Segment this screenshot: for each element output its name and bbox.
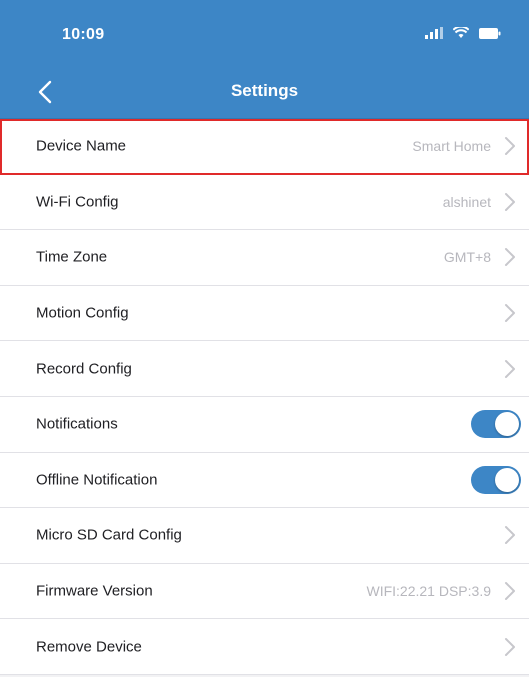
toggle-knob xyxy=(495,412,519,437)
row-value: Smart Home xyxy=(412,138,491,155)
settings-row-device-name[interactable]: Device Name Smart Home xyxy=(0,119,529,175)
toggle-knob xyxy=(495,467,519,492)
row-label: Remove Device xyxy=(36,638,142,656)
row-value: WIFI:22.21 DSP:3.9 xyxy=(366,583,492,600)
row-label: Record Config xyxy=(36,360,132,378)
settings-row-wi-fi-config[interactable]: Wi-Fi Config alshinet xyxy=(0,174,529,231)
settings-row-remove-device[interactable]: Remove Device xyxy=(0,619,529,675)
wifi-icon xyxy=(453,27,469,39)
settings-row-record-config[interactable]: Record Config xyxy=(0,341,529,397)
status-icons xyxy=(425,27,501,39)
status-bar: 10:09 xyxy=(0,0,529,66)
settings-row-micro-sd-card-config[interactable]: Micro SD Card Config xyxy=(0,508,529,564)
chevron-right-icon xyxy=(505,192,515,211)
row-label: Offline Notification xyxy=(36,471,158,489)
chevron-right-icon xyxy=(505,359,515,378)
row-label: Micro SD Card Config xyxy=(36,526,182,544)
settings-row-motion-config[interactable]: Motion Config xyxy=(0,285,529,342)
battery-icon xyxy=(479,27,501,39)
chevron-right-icon xyxy=(505,304,515,323)
chevron-right-icon xyxy=(505,248,515,267)
row-value: alshinet xyxy=(442,193,491,210)
signal-icon xyxy=(425,27,443,39)
row-label: Device Name xyxy=(36,137,127,155)
row-value: GMT+8 xyxy=(443,249,491,266)
chevron-right-icon xyxy=(505,637,515,656)
chevron-right-icon xyxy=(505,582,515,601)
settings-row-notifications[interactable]: Notifications xyxy=(0,396,529,453)
settings-row-offline-notification[interactable]: Offline Notification xyxy=(0,452,529,509)
chevron-right-icon xyxy=(505,137,515,156)
toggle-switch[interactable] xyxy=(471,465,521,494)
status-time: 10:09 xyxy=(62,26,105,43)
toggle-switch[interactable] xyxy=(471,410,521,439)
chevron-right-icon xyxy=(505,526,515,545)
nav-bar: Settings xyxy=(0,66,529,119)
row-label: Motion Config xyxy=(36,304,129,322)
row-label: Firmware Version xyxy=(36,582,153,600)
page-title: Settings xyxy=(230,81,299,100)
row-label: Wi-Fi Config xyxy=(36,193,119,211)
row-label: Notifications xyxy=(36,415,118,433)
settings-list: Device Name Smart Home Wi-Fi Config alshine… xyxy=(0,119,529,675)
row-label: Time Zone xyxy=(36,248,108,266)
settings-row-firmware-version[interactable]: Firmware Version WIFI:22.21 DSP:3.9 xyxy=(0,563,529,620)
settings-row-time-zone[interactable]: Time Zone GMT+8 xyxy=(0,230,529,286)
